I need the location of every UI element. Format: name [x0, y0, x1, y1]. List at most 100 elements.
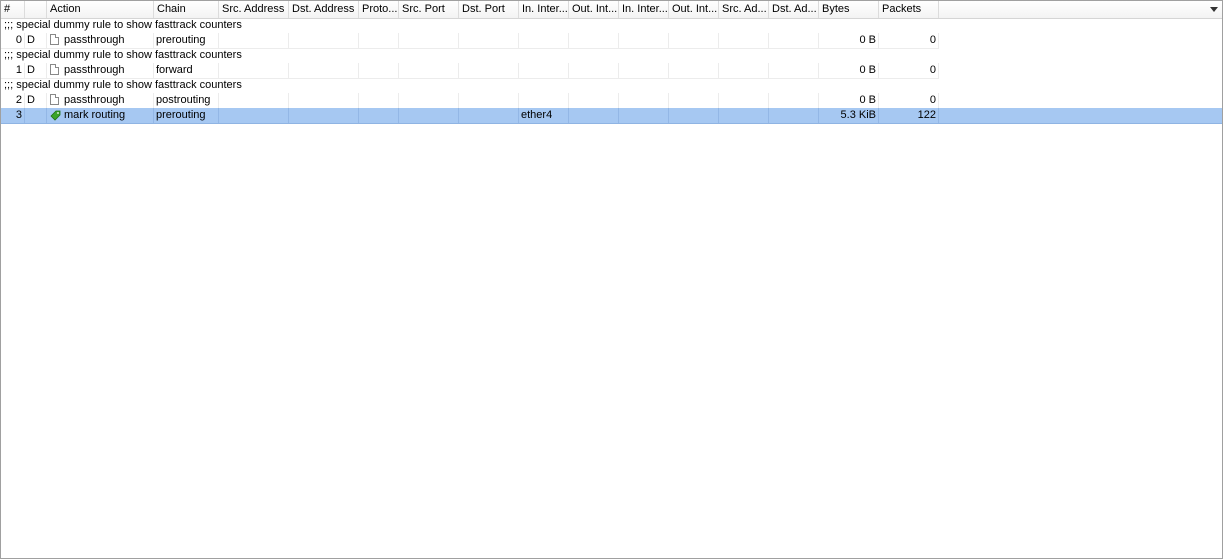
rule-action-label: passthrough	[64, 64, 125, 76]
rule-chain: prerouting	[154, 108, 219, 123]
rule-bytes: 0 B	[819, 63, 879, 78]
rule-in-interface-list	[619, 33, 669, 48]
rule-out-interface	[569, 33, 619, 48]
rule-dst-port	[459, 63, 519, 78]
rule-src-address-list	[719, 108, 769, 123]
column-header-protocol[interactable]: Proto...	[359, 1, 399, 18]
column-header-dst-address[interactable]: Dst. Address	[289, 1, 359, 18]
mangle-rules-table: # Action Chain Src. Address Dst. Address…	[0, 0, 1223, 559]
table-header: # Action Chain Src. Address Dst. Address…	[1, 1, 1222, 19]
column-header-bytes[interactable]: Bytes	[819, 1, 879, 18]
rule-number: 3	[1, 108, 25, 123]
rule-flag	[25, 108, 47, 123]
column-header-src-address-list[interactable]: Src. Ad...	[719, 1, 769, 18]
rule-number: 1	[1, 63, 25, 78]
column-header-number[interactable]: #	[1, 1, 25, 18]
rule-src-port	[399, 33, 459, 48]
rule-protocol	[359, 93, 399, 108]
rule-out-interface	[569, 108, 619, 123]
rule-in-interface	[519, 93, 569, 108]
column-header-flags[interactable]	[25, 1, 47, 18]
rule-in-interface	[519, 63, 569, 78]
rule-chain: postrouting	[154, 93, 219, 108]
rule-flag: D	[25, 93, 47, 108]
rule-comment: ;;; special dummy rule to show fasttrack…	[4, 49, 242, 61]
rule-src-port	[399, 108, 459, 123]
rule-out-interface-list	[669, 63, 719, 78]
rule-src-address	[219, 93, 289, 108]
rule-in-interface: ether4	[519, 108, 569, 123]
table-row[interactable]: 2 D passthrough postrouting 0 B 0	[1, 93, 939, 109]
rule-action: passthrough	[47, 93, 154, 108]
rule-src-address-list	[719, 93, 769, 108]
column-header-src-address[interactable]: Src. Address	[219, 1, 289, 18]
rule-comment: ;;; special dummy rule to show fasttrack…	[4, 79, 242, 91]
rule-dst-address	[289, 93, 359, 108]
rule-action-label: mark routing	[64, 109, 126, 121]
rule-number: 2	[1, 93, 25, 108]
rule-bytes: 5.3 KiB	[819, 108, 879, 123]
table-row-selected[interactable]: 3 mark routing prerouting ether4 5.3 KiB…	[1, 108, 1222, 124]
rule-comment: ;;; special dummy rule to show fasttrack…	[4, 19, 242, 31]
document-icon	[50, 94, 59, 105]
rule-flag: D	[25, 63, 47, 78]
rule-dst-port	[459, 108, 519, 123]
column-header-packets[interactable]: Packets	[879, 1, 939, 18]
rule-in-interface	[519, 33, 569, 48]
rule-chain: prerouting	[154, 33, 219, 48]
rule-src-address	[219, 33, 289, 48]
rule-out-interface-list	[669, 108, 719, 123]
rule-action-label: passthrough	[64, 34, 125, 46]
column-header-action[interactable]: Action	[47, 1, 154, 18]
rule-packets: 0	[879, 63, 939, 78]
table-row[interactable]: 1 D passthrough forward 0 B 0	[1, 63, 939, 79]
column-header-out-interface[interactable]: Out. Int...	[569, 1, 619, 18]
rule-dst-port	[459, 93, 519, 108]
rule-dst-address	[289, 63, 359, 78]
rule-protocol	[359, 108, 399, 123]
rule-action: passthrough	[47, 63, 154, 78]
rule-dst-address	[289, 33, 359, 48]
rule-src-port	[399, 93, 459, 108]
rule-src-address	[219, 108, 289, 123]
rule-bytes: 0 B	[819, 93, 879, 108]
rule-number: 0	[1, 33, 25, 48]
rule-out-interface	[569, 63, 619, 78]
rule-in-interface-list	[619, 108, 669, 123]
rule-protocol	[359, 63, 399, 78]
rule-flag: D	[25, 33, 47, 48]
rule-packets: 0	[879, 93, 939, 108]
rule-src-address-list	[719, 63, 769, 78]
column-header-chain[interactable]: Chain	[154, 1, 219, 18]
rule-action: passthrough	[47, 33, 154, 48]
table-row[interactable]: 0 D passthrough prerouting 0 B 0	[1, 33, 939, 49]
rule-out-interface-list	[669, 93, 719, 108]
rule-src-address-list	[719, 33, 769, 48]
rule-out-interface-list	[669, 33, 719, 48]
column-header-dst-port[interactable]: Dst. Port	[459, 1, 519, 18]
rule-dst-address	[289, 108, 359, 123]
rule-chain: forward	[154, 63, 219, 78]
column-header-out-interface-list[interactable]: Out. Int...	[669, 1, 719, 18]
column-header-src-port[interactable]: Src. Port	[399, 1, 459, 18]
rule-action: mark routing	[47, 108, 154, 123]
rule-src-port	[399, 63, 459, 78]
rule-in-interface-list	[619, 93, 669, 108]
rule-packets: 0	[879, 33, 939, 48]
rule-dst-address-list	[769, 63, 819, 78]
column-header-in-interface[interactable]: In. Inter...	[519, 1, 569, 18]
rule-packets: 122	[879, 108, 939, 123]
rule-dst-port	[459, 33, 519, 48]
column-header-filler	[939, 1, 1222, 18]
rule-out-interface	[569, 93, 619, 108]
rule-bytes: 0 B	[819, 33, 879, 48]
rule-dst-address-list	[769, 93, 819, 108]
column-header-dst-address-list[interactable]: Dst. Ad...	[769, 1, 819, 18]
green-tag-icon	[50, 110, 61, 121]
column-chooser-dropdown-icon[interactable]	[1210, 7, 1218, 12]
rule-dst-address-list	[769, 33, 819, 48]
rule-src-address	[219, 63, 289, 78]
rule-protocol	[359, 33, 399, 48]
column-header-in-interface-list[interactable]: In. Inter...	[619, 1, 669, 18]
document-icon	[50, 64, 59, 75]
